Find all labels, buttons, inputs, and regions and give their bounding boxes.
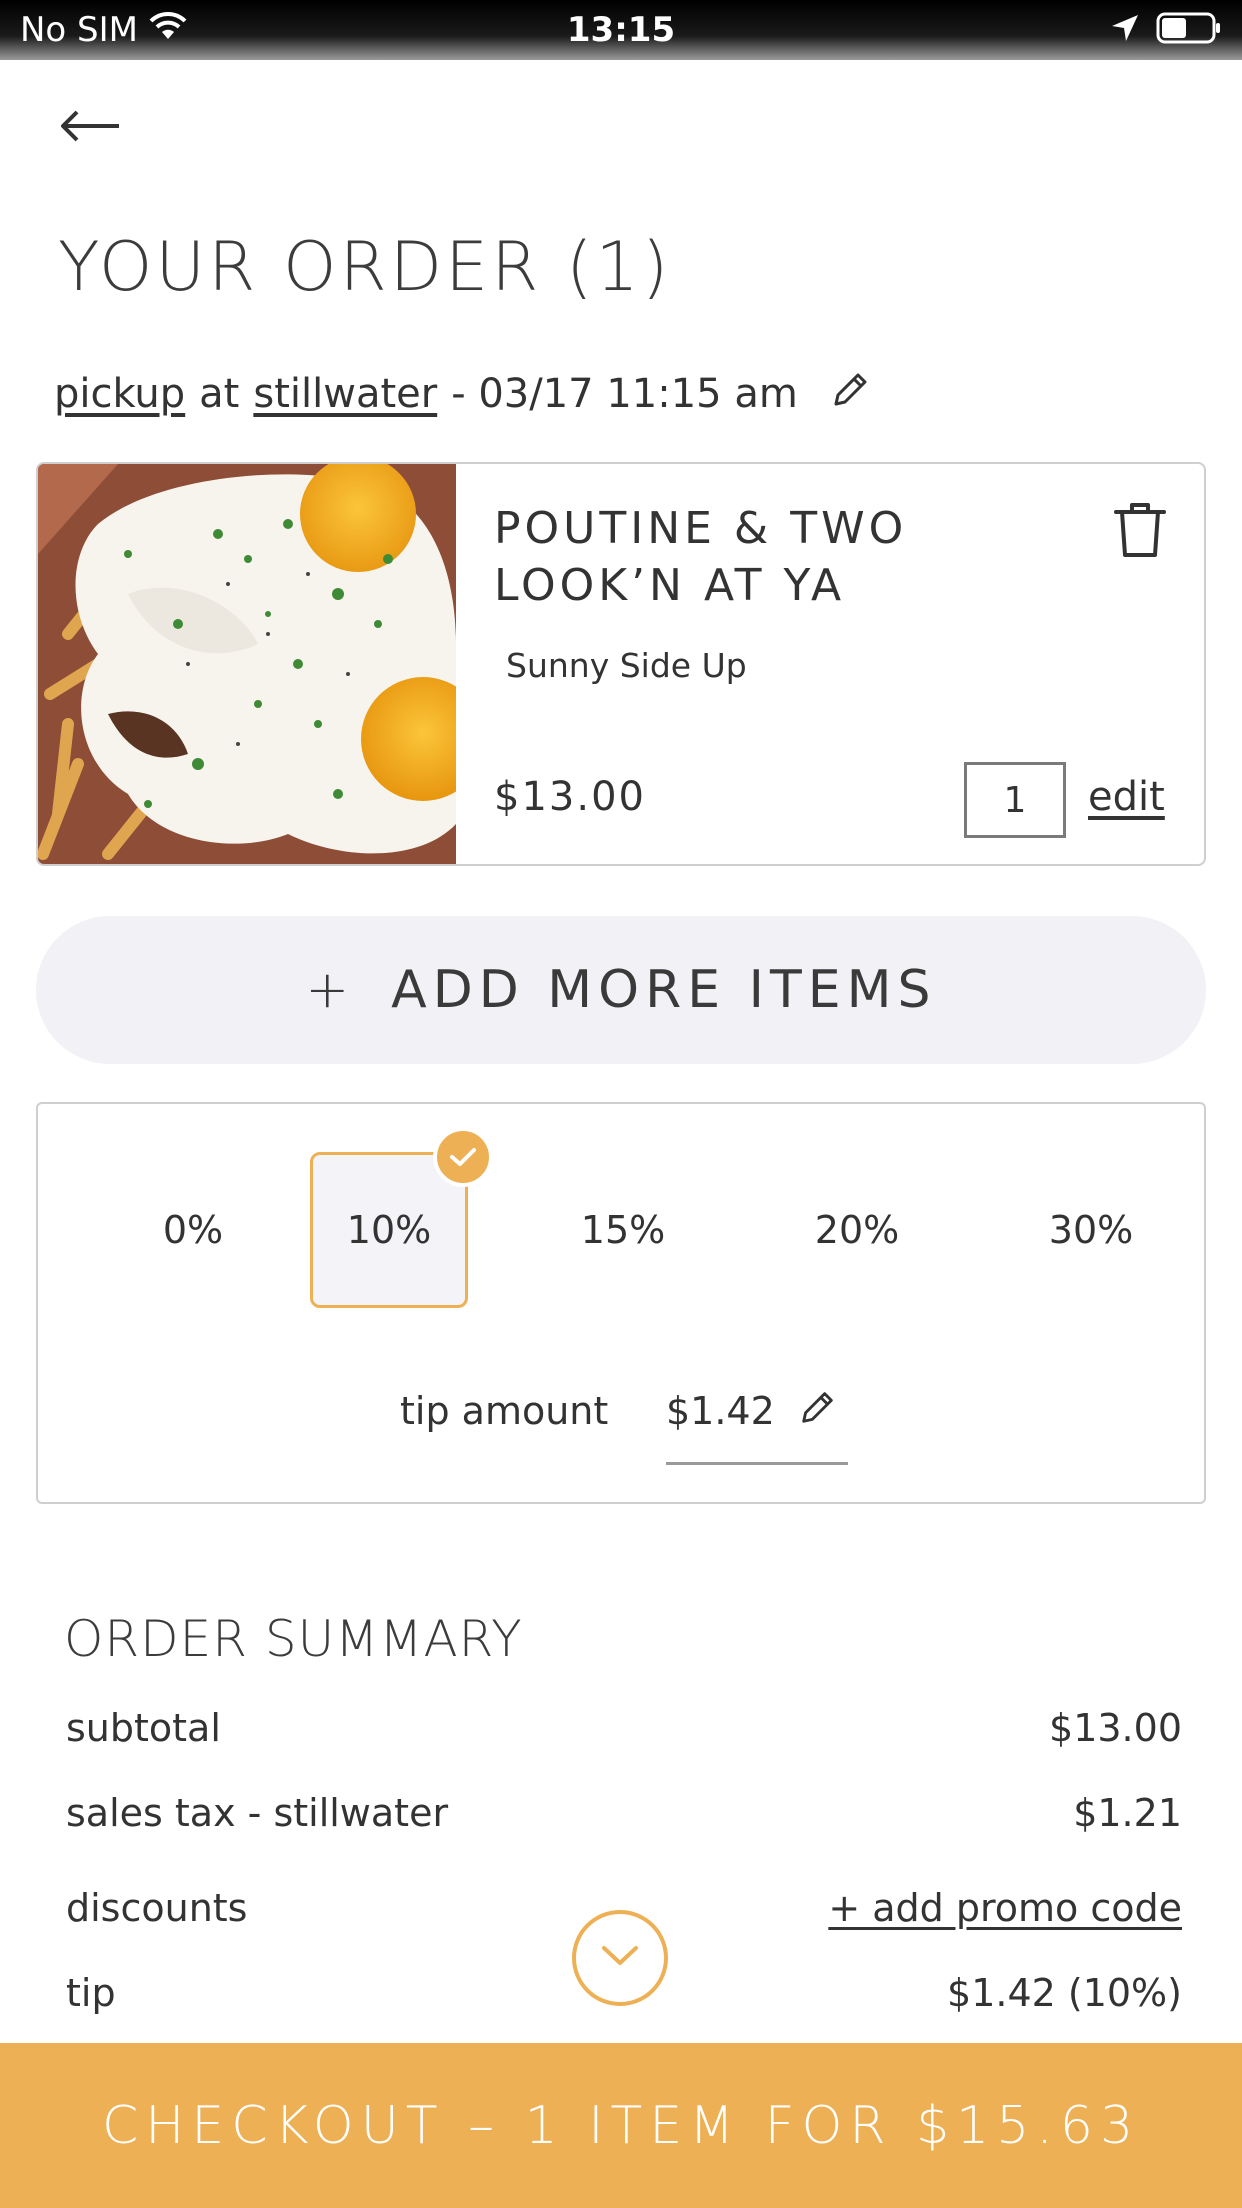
back-arrow-icon [57, 106, 123, 150]
summary-row-tax: sales tax - stillwater $1.21 [66, 1791, 1182, 1851]
tip-option-20[interactable]: 20% [778, 1152, 936, 1308]
checkout-label: CHECKOUT – 1 ITEM FOR $15.63 [101, 2095, 1141, 2156]
pencil-icon [798, 1387, 838, 1431]
pickup-edit-button[interactable] [830, 368, 872, 420]
item-name: POUTINE & TWO LOOK’N AT YA [494, 503, 908, 611]
summary-row-subtotal: subtotal $13.00 [66, 1706, 1182, 1766]
edit-item-link[interactable]: edit [1088, 774, 1165, 820]
tip-option-30[interactable]: 30% [1012, 1152, 1170, 1308]
order-summary-title: ORDER SUMMARY [64, 1610, 523, 1668]
pickup-details: pickup at stillwater - 03/17 11:15 am [54, 368, 872, 420]
remove-item-button[interactable] [1112, 500, 1168, 560]
pickup-datetime: - 03/17 11:15 am [451, 371, 798, 417]
battery-icon [1156, 12, 1222, 48]
tip-option-0[interactable]: 0% [114, 1152, 272, 1308]
tax-label: sales tax - stillwater [66, 1791, 449, 1835]
discounts-label: discounts [66, 1886, 248, 1930]
item-option: Sunny Side Up [506, 646, 747, 685]
back-button[interactable] [54, 100, 126, 156]
cart-item-card: POUTINE & TWO LOOK’N AT YA Sunny Side Up… [36, 462, 1206, 866]
location-arrow-icon [1110, 13, 1140, 47]
plus-icon: + [305, 960, 356, 1020]
status-bar: No SIM 13:15 [0, 0, 1242, 60]
tip-option-15[interactable]: 15% [544, 1152, 702, 1308]
add-more-items-label: ADD MORE ITEMS [391, 960, 937, 1020]
status-time: 13:15 [566, 10, 676, 50]
tip-option-10[interactable]: 10% [310, 1127, 493, 1308]
add-more-items-button[interactable]: + ADD MORE ITEMS [36, 916, 1206, 1064]
tip-amount-row: tip amount $1.42 [38, 1389, 1204, 1465]
item-photo [38, 464, 485, 864]
pickup-location-link[interactable]: stillwater [253, 371, 437, 417]
tip-amount-field[interactable]: $1.42 [666, 1381, 848, 1465]
status-right [1110, 12, 1222, 48]
add-promo-code-link[interactable]: + add promo code [828, 1886, 1182, 1930]
tip-label: tip [66, 1971, 116, 2015]
chevron-down-icon [600, 1944, 640, 1972]
pickup-connector: at [199, 371, 240, 417]
checkout-button[interactable]: CHECKOUT – 1 ITEM FOR $15.63 [0, 2043, 1242, 2208]
pencil-icon [830, 368, 872, 420]
scroll-down-button[interactable] [572, 1910, 668, 2006]
subtotal-value: $13.00 [1049, 1706, 1182, 1750]
quantity-field[interactable]: 1 [964, 762, 1066, 838]
tip-value: $1.42 (10%) [947, 1971, 1182, 2015]
check-icon [433, 1127, 493, 1187]
subtotal-label: subtotal [66, 1706, 221, 1750]
tax-value: $1.21 [1073, 1791, 1182, 1835]
tip-option-10-label: 10% [346, 1208, 432, 1252]
tip-panel: 0% 10% 15% 20% 30% tip amount $1.42 [36, 1102, 1206, 1504]
item-price: $13.00 [494, 774, 646, 820]
tip-amount-label: tip amount [400, 1389, 609, 1433]
pickup-method-link[interactable]: pickup [54, 371, 185, 417]
tip-amount-value: $1.42 [666, 1389, 775, 1433]
trash-icon [1112, 503, 1168, 564]
page-title: YOUR ORDER (1) [58, 228, 672, 307]
